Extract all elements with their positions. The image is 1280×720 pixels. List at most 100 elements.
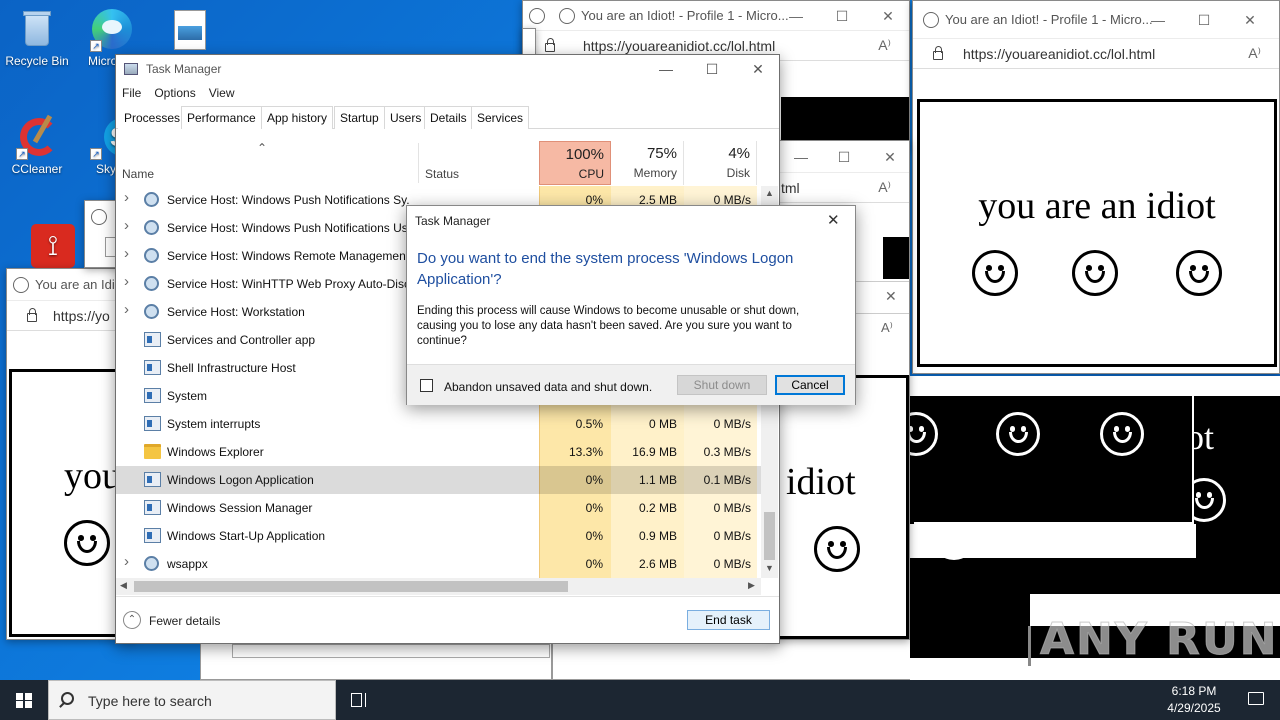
browser-window[interactable]: You are an Idiot! - Profile 1 - Micro...… <box>912 0 1280 374</box>
process-memory: 2.6 MB <box>638 557 677 571</box>
clock-time: 6:18 PM <box>1171 684 1217 698</box>
maximize-button[interactable]: ☐ <box>689 55 735 83</box>
process-row[interactable]: Windows Logon Application 0% 1.1 MB 0.1 MB/… <box>116 466 761 494</box>
service-gear-icon <box>144 276 159 291</box>
process-memory: 0 MB <box>648 417 677 431</box>
tab-app-history[interactable]: App history <box>261 106 334 129</box>
process-row[interactable]: Windows Start-Up Application 0% 0.9 MB 0 MB… <box>116 522 761 550</box>
expand-chevron-icon[interactable]: › <box>124 217 129 234</box>
tab-users[interactable]: Users <box>384 106 428 129</box>
url-text: https://youareanidiot.cc/lol.html <box>963 45 1156 62</box>
cancel-button[interactable]: Cancel <box>775 375 845 395</box>
read-aloud-icon[interactable]: A⁾ <box>1248 45 1261 62</box>
fewer-details-link[interactable]: Fewer details <box>149 614 220 628</box>
close-button[interactable]: ✕ <box>735 55 781 83</box>
scroll-thumb[interactable] <box>134 581 568 592</box>
expand-chevron-icon[interactable]: › <box>124 553 129 570</box>
menu-options[interactable]: Options <box>154 86 195 100</box>
expand-chevron-icon[interactable]: › <box>124 189 129 206</box>
close-button[interactable]: ✕ <box>885 288 897 305</box>
maximize-button[interactable]: ☐ <box>819 1 865 31</box>
minimize-button[interactable]: — <box>773 1 819 31</box>
task-manager-title-bar[interactable]: Task Manager — ☐ ✕ <box>116 55 779 83</box>
lock-icon <box>545 38 555 52</box>
tab-processes[interactable]: Processes <box>118 106 187 129</box>
menu-file[interactable]: File <box>122 86 141 100</box>
abandon-data-checkbox[interactable] <box>420 379 433 392</box>
window-fragment <box>232 644 550 658</box>
dialog-title-bar[interactable]: Task Manager ✕ <box>407 206 855 236</box>
scroll-right-icon[interactable]: ▶ <box>748 580 755 591</box>
process-name: Shell Infrastructure Host <box>167 361 296 375</box>
notification-button[interactable] <box>1232 680 1280 720</box>
desktop-icon-recycle-bin[interactable]: Recycle Bin <box>0 8 74 68</box>
process-name: Services and Controller app <box>167 333 316 347</box>
end-task-button[interactable]: End task <box>687 610 770 630</box>
desktop-icon-label: Microsoft Edge <box>88 54 118 68</box>
dialog-heading: Do you want to end the system process 'W… <box>417 250 794 288</box>
desktop-icon-file[interactable] <box>160 8 210 54</box>
browser-title-bar[interactable]: You are an Idiot! - Profile 1 - Micro...… <box>523 1 909 31</box>
app-window-icon <box>144 500 161 515</box>
read-aloud-icon[interactable]: A⁾ <box>878 37 891 54</box>
windows-logo-icon <box>16 693 32 708</box>
end-process-dialog[interactable]: Task Manager ✕ Do you want to end the sy… <box>406 205 856 405</box>
browser-title-bar[interactable]: — ☐ ✕ <box>771 141 909 173</box>
expand-chevron-icon[interactable]: › <box>124 245 129 262</box>
read-aloud-icon[interactable]: A⁾ <box>878 179 891 196</box>
process-cpu: 0% <box>585 557 603 571</box>
horizontal-scrollbar[interactable]: ◀ ▶ <box>116 578 761 595</box>
desktop-icon-acrobat[interactable]: ⟟ <box>0 222 75 268</box>
start-button[interactable] <box>0 680 48 720</box>
maximize-button[interactable]: ☐ <box>821 141 867 173</box>
process-row[interactable]: Windows Explorer 13.3% 16.9 MB 0.3 MB/s <box>116 438 761 466</box>
chevron-up-icon[interactable]: ⌃ <box>123 611 141 629</box>
close-button[interactable]: ✕ <box>865 1 909 31</box>
process-name: Windows Explorer <box>167 445 264 459</box>
idiot-page-inverted <box>894 396 1194 524</box>
process-row[interactable]: System interrupts 0.5% 0 MB 0 MB/s <box>116 410 761 438</box>
minimize-button[interactable]: — <box>1135 1 1181 39</box>
smiley-face-icon <box>1176 250 1222 296</box>
column-status[interactable]: Status <box>425 167 459 181</box>
search-box[interactable]: Type here to search <box>48 680 336 720</box>
column-memory[interactable]: 75% Memory <box>611 141 684 185</box>
checkbox-label[interactable]: Abandon unsaved data and shut down. <box>444 380 652 394</box>
close-button[interactable]: ✕ <box>1227 1 1273 39</box>
app-window-icon <box>144 528 161 543</box>
tab-startup[interactable]: Startup <box>334 106 385 129</box>
expand-chevron-icon[interactable]: › <box>124 273 129 290</box>
process-cpu: 13.3% <box>568 445 603 459</box>
task-manager-icon <box>124 63 138 75</box>
process-row[interactable]: › wsappx 0% 2.6 MB 0 MB/s <box>116 550 761 578</box>
column-name[interactable]: Name <box>122 167 154 181</box>
process-row[interactable]: Windows Session Manager 0% 0.2 MB 0 MB/s <box>116 494 761 522</box>
browser-title-bar[interactable]: You are an Idiot! - Profile 1 - Micro...… <box>913 1 1279 39</box>
memory-total: 75% <box>646 145 677 162</box>
scroll-up-icon[interactable]: ▲ <box>765 188 774 198</box>
desktop-icon-ccleaner[interactable]: ↗ CCleaner <box>0 114 74 176</box>
clock[interactable]: 6:18 PM 4/29/2025 <box>1156 683 1232 717</box>
minimize-button[interactable]: — <box>643 55 689 83</box>
menu-view[interactable]: View <box>209 86 235 100</box>
close-button[interactable]: ✕ <box>827 211 840 229</box>
expand-chevron-icon[interactable]: › <box>124 301 129 318</box>
address-bar[interactable]: https://youareanidiot.cc/lol.html A⁾ <box>913 39 1279 69</box>
scroll-thumb[interactable] <box>764 512 775 560</box>
tab-services[interactable]: Services <box>471 106 530 129</box>
scroll-left-icon[interactable]: ◀ <box>120 580 127 591</box>
tab-performance[interactable]: Performance <box>181 106 262 129</box>
smiley-icon <box>13 276 29 293</box>
read-aloud-icon[interactable]: A⁾ <box>881 320 893 336</box>
service-gear-icon <box>144 192 159 207</box>
column-disk[interactable]: 4% Disk <box>684 141 757 185</box>
column-cpu[interactable]: 100% CPU <box>539 141 611 185</box>
close-button[interactable]: ✕ <box>867 141 909 173</box>
acrobat-icon: ⟟ <box>16 222 75 268</box>
scroll-down-icon[interactable]: ▼ <box>765 563 774 573</box>
maximize-button[interactable]: ☐ <box>1181 1 1227 39</box>
address-bar[interactable]: tml A⁾ <box>771 173 909 203</box>
image-file-icon <box>164 8 206 50</box>
tab-details[interactable]: Details <box>424 106 473 129</box>
task-view-button[interactable] <box>344 680 376 720</box>
